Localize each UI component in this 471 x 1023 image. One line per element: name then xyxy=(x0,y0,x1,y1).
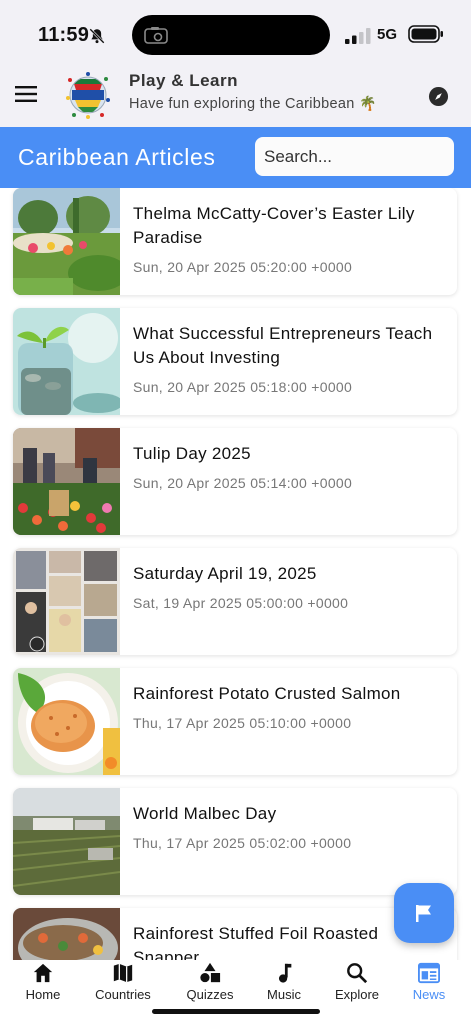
section-title: Caribbean Articles xyxy=(18,144,216,170)
map-icon xyxy=(113,963,133,983)
palm-tree-emoji: 🌴 xyxy=(358,95,377,111)
article-thumbnail-tulips xyxy=(13,428,120,535)
app-subtitle-text: Have fun exploring the Caribbean xyxy=(129,96,355,112)
signal-icon xyxy=(345,28,371,44)
article-thumbnail-garden xyxy=(13,188,120,295)
search-input[interactable] xyxy=(255,137,454,176)
dynamic-island xyxy=(132,15,330,55)
nav-item-quizzes[interactable]: Quizzes xyxy=(170,960,250,1008)
article-title: What Successful Entrepreneurs Teach Us A… xyxy=(133,324,433,367)
article-thumbnail-vineyard xyxy=(13,788,120,895)
nav-label: News xyxy=(412,987,446,1002)
article-card[interactable]: Saturday April 19, 2025 Sat, 19 Apr 2025… xyxy=(13,548,457,655)
article-date: Sat, 19 Apr 2025 05:00:00 +0000 xyxy=(133,595,349,611)
article-card[interactable]: Rainforest Potato Crusted Salmon Thu, 17… xyxy=(13,668,457,775)
app-subtitle: Have fun exploring the Caribbean 🌴 xyxy=(129,95,377,112)
flag-icon xyxy=(416,905,431,922)
nav-label: Explore xyxy=(334,987,380,1002)
articles-header-bar: Caribbean Articles xyxy=(0,127,471,188)
compass-icon[interactable] xyxy=(428,86,449,107)
article-date: Thu, 17 Apr 2025 05:02:00 +0000 xyxy=(133,835,352,851)
article-thumbnail-snapper xyxy=(13,908,120,960)
article-title: Saturday April 19, 2025 xyxy=(133,564,317,583)
article-list[interactable]: Thelma McCatty-Cover’s Easter Lily Parad… xyxy=(0,188,471,960)
network-type: 5G xyxy=(377,26,398,43)
app-title: Play & Learn xyxy=(129,71,238,90)
article-date: Sun, 20 Apr 2025 05:20:00 +0000 xyxy=(133,259,353,275)
article-card[interactable]: What Successful Entrepreneurs Teach Us A… xyxy=(13,308,457,415)
article-date: Sun, 20 Apr 2025 05:18:00 +0000 xyxy=(133,379,353,395)
article-card[interactable]: Rainforest Stuffed Foil Roasted Snapper xyxy=(13,908,457,960)
nav-item-explore[interactable]: Explore xyxy=(317,960,397,1008)
nav-label: Home xyxy=(25,987,61,1002)
nav-label: Countries xyxy=(95,987,151,1002)
article-thumbnail-collage xyxy=(13,548,120,655)
nav-label: Music xyxy=(267,987,301,1002)
article-date: Thu, 17 Apr 2025 05:10:00 +0000 xyxy=(133,715,352,731)
bottom-navigation: Home Countries Quizzes Music Explore New… xyxy=(0,960,471,1023)
home-icon xyxy=(33,963,53,983)
search-icon xyxy=(347,963,368,984)
nav-item-home[interactable]: Home xyxy=(3,960,83,1008)
article-title: World Malbec Day xyxy=(133,804,277,823)
battery-icon xyxy=(408,25,443,43)
app-header: Play & Learn Have fun exploring the Cari… xyxy=(0,62,471,127)
app-logo xyxy=(66,72,110,119)
article-date: Sun, 20 Apr 2025 05:14:00 +0000 xyxy=(133,475,353,491)
article-card[interactable]: Thelma McCatty-Cover’s Easter Lily Parad… xyxy=(13,188,457,295)
music-note-icon xyxy=(278,963,292,983)
nav-item-countries[interactable]: Countries xyxy=(83,960,163,1008)
article-title: Thelma McCatty-Cover’s Easter Lily Parad… xyxy=(133,204,415,247)
camera-icon xyxy=(144,27,168,44)
article-card[interactable]: Tulip Day 2025 Sun, 20 Apr 2025 05:14:00… xyxy=(13,428,457,535)
shapes-icon xyxy=(200,962,221,983)
home-indicator[interactable] xyxy=(152,1009,320,1014)
nav-label: Quizzes xyxy=(186,987,234,1002)
status-time: 11:59 xyxy=(38,24,90,46)
article-thumbnail-coin-jar xyxy=(13,308,120,415)
bell-off-icon xyxy=(89,28,105,44)
hamburger-menu-icon[interactable] xyxy=(14,84,38,104)
article-thumbnail-salmon xyxy=(13,668,120,775)
article-card[interactable]: World Malbec Day Thu, 17 Apr 2025 05:02:… xyxy=(13,788,457,895)
flag-fab-button[interactable] xyxy=(394,883,454,943)
article-title: Rainforest Potato Crusted Salmon xyxy=(133,684,401,703)
nav-item-news[interactable]: News xyxy=(389,960,469,1008)
newspaper-icon xyxy=(418,962,440,984)
nav-item-music[interactable]: Music xyxy=(244,960,324,1008)
article-title: Tulip Day 2025 xyxy=(133,444,251,463)
status-bar: 11:59 5G xyxy=(0,0,471,62)
